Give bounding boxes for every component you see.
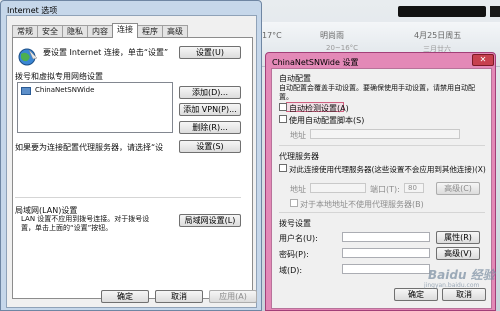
baidu-watermark: Baidu 经验 [428, 268, 495, 282]
weather-date: 4月25日周五 [414, 31, 462, 40]
redacted-bar [398, 6, 486, 17]
lan-settings-button[interactable]: 局域网设置(L) [179, 214, 241, 227]
password-input[interactable] [342, 248, 430, 258]
add-vpn-button[interactable]: 添加 VPN(P)... [179, 103, 241, 116]
port-value: 80 [408, 184, 417, 192]
section-divider [15, 197, 241, 198]
proxy-address-input[interactable] [310, 183, 366, 193]
ok-button[interactable]: 确定 [101, 290, 149, 303]
username-input[interactable] [342, 232, 430, 242]
add-button[interactable]: 添加(D)... [179, 86, 241, 99]
domain-input[interactable] [342, 264, 430, 274]
setup-text: 要设置 Internet 连接，单击“设置” [43, 48, 169, 57]
proxy-advanced-button[interactable]: 高级(C) [436, 182, 480, 195]
auto-script-label[interactable]: 使用自动配置脚本(S) [289, 115, 364, 126]
lan-text-2: 置，单击上面的“设置”按钮。 [21, 224, 113, 232]
lan-text-1: LAN 设置不应用到拨号连接。对于拨号设 [21, 215, 150, 223]
dialog-ok-button[interactable]: 确定 [394, 288, 438, 301]
tab-connections[interactable]: 连接 [112, 23, 138, 38]
auto-detect-label[interactable]: 自动检测设置(A) [289, 103, 349, 114]
section-divider [279, 212, 485, 213]
weather-temp: 17°C [262, 31, 282, 40]
baidu-watermark-url: jingyan.baidu.com [424, 282, 480, 289]
port-label: 端口(T): [370, 185, 400, 194]
section-divider [279, 145, 485, 146]
weather-range: 20~16°C [326, 44, 359, 52]
username-label: 用户名(U): [279, 234, 318, 243]
proxy-section-label: 代理服务器 [279, 152, 319, 161]
settings-button[interactable]: 设置(S) [179, 140, 241, 153]
password-label: 密码(P): [279, 250, 309, 259]
connection-list[interactable]: ChinaNetSNWide [17, 82, 173, 133]
use-proxy-label[interactable]: 对此连接使用代理服务器(这些设置不会应用到其他连接)(X) [289, 164, 486, 175]
auto-script-checkbox[interactable] [279, 115, 287, 123]
proxy-address-label: 地址 [290, 185, 306, 194]
dialup-section-label: 拨号和虚拟专用网络设置 [15, 72, 103, 81]
cancel-button[interactable]: 取消 [155, 290, 203, 303]
window-title: ChinaNetSNWide 设置 [272, 58, 359, 67]
auto-config-desc-2: 置。 [279, 93, 293, 101]
auto-config-desc-1: 自动配置会覆盖手动设置。要确保使用手动设置，请禁用自动配 [279, 84, 475, 92]
tab-strip: 常规 安全 隐私 内容 连接 程序 高级 [12, 23, 188, 38]
properties-button[interactable]: 属性(R) [436, 231, 480, 244]
bypass-local-label[interactable]: 对于本地地址不使用代理服务器(B) [300, 199, 424, 210]
redacted-bar-right [490, 6, 500, 17]
dialog-cancel-button[interactable]: 取消 [442, 288, 486, 301]
dialup-settings-label: 拨号设置 [279, 219, 311, 228]
auto-detect-checkbox[interactable] [279, 103, 287, 111]
internet-options-window: Internet 选项 常规 安全 隐私 内容 连接 程序 高级 要设置 Int… [0, 0, 262, 311]
auto-config-label: 自动配置 [279, 74, 311, 83]
use-proxy-checkbox[interactable] [279, 164, 287, 172]
setup-button[interactable]: 设置(U) [179, 46, 241, 59]
weather-location: 明尚雨 [320, 31, 344, 40]
connection-icon [21, 87, 31, 95]
script-address-input[interactable] [310, 129, 460, 139]
remove-button[interactable]: 删除(R)... [179, 121, 241, 134]
apply-button[interactable]: 应用(A) [209, 290, 257, 303]
dialup-advanced-button[interactable]: 高级(V) [436, 247, 480, 260]
bypass-local-checkbox[interactable] [290, 199, 298, 207]
script-address-label: 地址 [290, 131, 306, 140]
connection-item[interactable]: ChinaNetSNWide [35, 86, 94, 94]
globe-network-icon [18, 48, 38, 66]
port-input[interactable]: 80 [404, 183, 424, 193]
proxy-hint: 如果要为连接配置代理服务器，请选择“设 [15, 143, 164, 152]
domain-label: 域(D): [279, 266, 303, 275]
close-icon[interactable]: ✕ [472, 54, 494, 66]
